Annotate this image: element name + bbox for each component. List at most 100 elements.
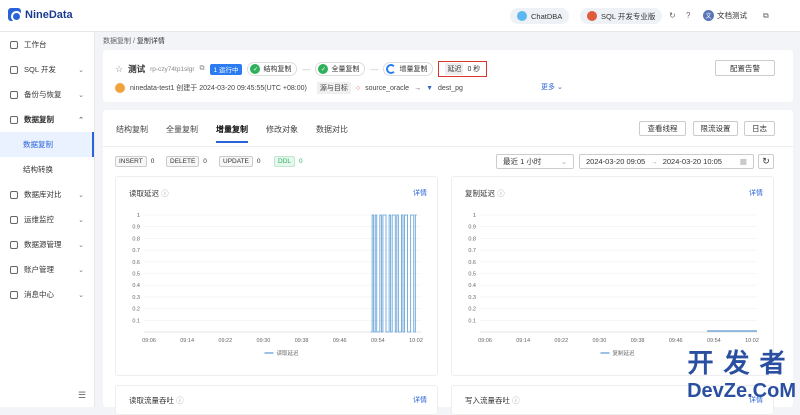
y-tick-label: 0.9 <box>132 225 140 231</box>
calendar-icon: ▦ <box>739 157 747 166</box>
log-button[interactable]: 日志 <box>744 121 775 136</box>
user-menu[interactable]: 文 文档测试 <box>703 10 747 21</box>
chevron-down-icon: ⌄ <box>78 241 84 249</box>
stage-label: 结构复制 <box>263 66 292 73</box>
app-logo[interactable]: NineData <box>8 8 73 22</box>
stage-schema[interactable]: ✓ 结构复制 <box>247 62 298 76</box>
help-icon[interactable]: ? <box>686 11 690 20</box>
start-date[interactable]: 2024-03-20 09:05 <box>586 157 645 166</box>
source-name[interactable]: source_oracle <box>365 85 409 92</box>
tab-incremental-replication[interactable]: 增量复制 <box>216 124 248 143</box>
sidebar-item-label: 账户管理 <box>24 265 54 274</box>
stage-connector: — <box>302 64 311 74</box>
src-dst-label: 源与目标 <box>316 82 351 94</box>
delay-label: 延迟 <box>445 63 464 75</box>
collapse-sidebar-icon[interactable]: ☰ <box>78 390 86 401</box>
sql-edition-badge[interactable]: SQL 开发专业版 <box>580 8 663 24</box>
check-icon: ✓ <box>318 64 329 74</box>
sidebar-item-label: SQL 开发 <box>24 65 56 74</box>
postgres-icon: ▼ <box>426 84 433 92</box>
language-icon[interactable]: ⧉ <box>763 11 769 21</box>
x-tick-label: 09:38 <box>631 338 645 344</box>
y-tick-label: 0.3 <box>468 295 476 301</box>
sidebar: 工作台 SQL 开发 ⌄ 备份与恢复 ⌄ 数据复制 ⌃ 数据复制 结构转换 数据库对比… <box>0 32 95 407</box>
sidebar-item-label: 结构转换 <box>23 165 53 174</box>
stage-label: 全量复制 <box>331 66 360 73</box>
update-counter: UPDATE 0 <box>219 155 261 168</box>
chart-title-text: 写入流量吞吐 <box>465 396 510 405</box>
y-tick-label: 0.9 <box>468 225 476 231</box>
time-range-select[interactable]: 最近 1 小时 ⌄ <box>496 154 574 169</box>
read-throughput-chart-card: 读取流量吞吐 ⓘ 详情 <box>115 385 438 415</box>
tab-full-replication[interactable]: 全量复制 <box>166 124 198 143</box>
counter-label: INSERT <box>115 156 147 167</box>
x-tick-label: 09:46 <box>669 338 683 344</box>
x-tick-label: 09:30 <box>257 338 271 344</box>
delay-indicator: 延迟 0 秒 <box>438 61 488 77</box>
y-tick-label: 0.1 <box>132 318 140 324</box>
counter-label: DELETE <box>166 156 200 167</box>
more-link[interactable]: 更多 ⌄ <box>541 82 563 92</box>
delay-value: 0 秒 <box>467 66 481 73</box>
view-thread-button[interactable]: 查看线程 <box>639 121 686 136</box>
info-icon[interactable]: ⓘ <box>176 396 184 405</box>
legend-label: 读取延迟 <box>277 349 300 357</box>
date-range-picker[interactable]: 2024-03-20 09:05 → 2024-03-20 10:05 ▦ <box>579 154 754 169</box>
delete-counter: DELETE 0 <box>166 155 207 168</box>
chevron-down-icon: ⌄ <box>78 291 84 299</box>
detail-link[interactable]: 详情 <box>413 395 427 405</box>
sidebar-item-label: 数据库对比 <box>24 190 62 199</box>
message-icon <box>10 290 18 299</box>
sidebar-item-backup[interactable]: 备份与恢复 ⌄ <box>0 82 94 107</box>
ddl-counter: DDL 0 <box>274 155 303 168</box>
sidebar-item-account[interactable]: 账户管理 ⌄ <box>0 257 94 282</box>
x-tick-label: 09:06 <box>142 338 156 344</box>
chart-title: 写入流量吞吐 ⓘ <box>465 395 520 406</box>
oracle-icon: ○ <box>355 84 361 92</box>
chevron-down-icon: ⌄ <box>78 216 84 224</box>
configure-alert-button[interactable]: 配置告警 <box>715 60 775 76</box>
sidebar-item-label: 备份与恢复 <box>24 90 62 99</box>
stage-full[interactable]: ✓ 全量复制 <box>315 62 366 76</box>
sidebar-item-workbench[interactable]: 工作台 <box>0 32 94 57</box>
stage-incremental[interactable]: 增量复制 <box>383 62 434 76</box>
sidebar-item-replication[interactable]: 数据复制 ⌃ <box>0 107 94 132</box>
tab-data-compare[interactable]: 数据对比 <box>316 124 348 143</box>
refresh-icon: ↻ <box>762 156 770 166</box>
chatdba-button[interactable]: ChatDBA <box>510 8 570 24</box>
compare-icon <box>10 190 18 199</box>
check-icon: ✓ <box>250 64 261 74</box>
counter-label: DDL <box>274 156 296 167</box>
sidebar-item-sql[interactable]: SQL 开发 ⌄ <box>0 57 94 82</box>
info-icon[interactable]: ⓘ <box>512 396 520 405</box>
creator-avatar <box>115 83 125 93</box>
refresh-button[interactable]: ↻ <box>758 154 774 169</box>
sidebar-item-replication-sub[interactable]: 数据复制 <box>0 132 94 157</box>
end-date[interactable]: 2024-03-20 10:05 <box>663 157 722 166</box>
star-icon[interactable]: ☆ <box>115 64 123 75</box>
sidebar-item-schema-convert[interactable]: 结构转换 <box>0 157 94 182</box>
y-tick-label: 0.5 <box>132 272 140 278</box>
sidebar-item-monitor[interactable]: 运维监控 ⌄ <box>0 207 94 232</box>
y-tick-label: 0.7 <box>132 248 140 254</box>
breadcrumb-parent[interactable]: 数据复制 <box>103 38 131 45</box>
x-tick-label: 09:22 <box>554 338 568 344</box>
sidebar-item-messages[interactable]: 消息中心 ⌄ <box>0 282 94 307</box>
chart-title-text: 读取流量吞吐 <box>129 396 174 405</box>
copy-icon[interactable]: ⧉ <box>200 65 205 73</box>
y-tick-label: 1 <box>137 213 140 219</box>
sidebar-item-db-compare[interactable]: 数据库对比 ⌄ <box>0 182 94 207</box>
tab-modify-objects[interactable]: 修改对象 <box>266 124 298 143</box>
x-tick-label: 09:06 <box>478 338 492 344</box>
breadcrumb-separator: / <box>132 38 135 45</box>
target-name[interactable]: dest_pg <box>438 85 463 92</box>
refresh-icon[interactable]: ↻ <box>669 11 676 20</box>
counter-value: 0 <box>203 158 207 165</box>
tab-schema-replication[interactable]: 结构复制 <box>116 124 148 143</box>
rate-limit-button[interactable]: 限流设置 <box>693 121 738 136</box>
creator-info: ninedata-test1 创建于 2024-03-20 09:45:55(U… <box>130 85 307 92</box>
y-tick-label: 0.4 <box>132 283 140 289</box>
chart-title: 读取流量吞吐 ⓘ <box>129 395 184 406</box>
sidebar-item-datasource[interactable]: 数据源管理 ⌄ <box>0 232 94 257</box>
insert-counter: INSERT 0 <box>115 155 154 168</box>
